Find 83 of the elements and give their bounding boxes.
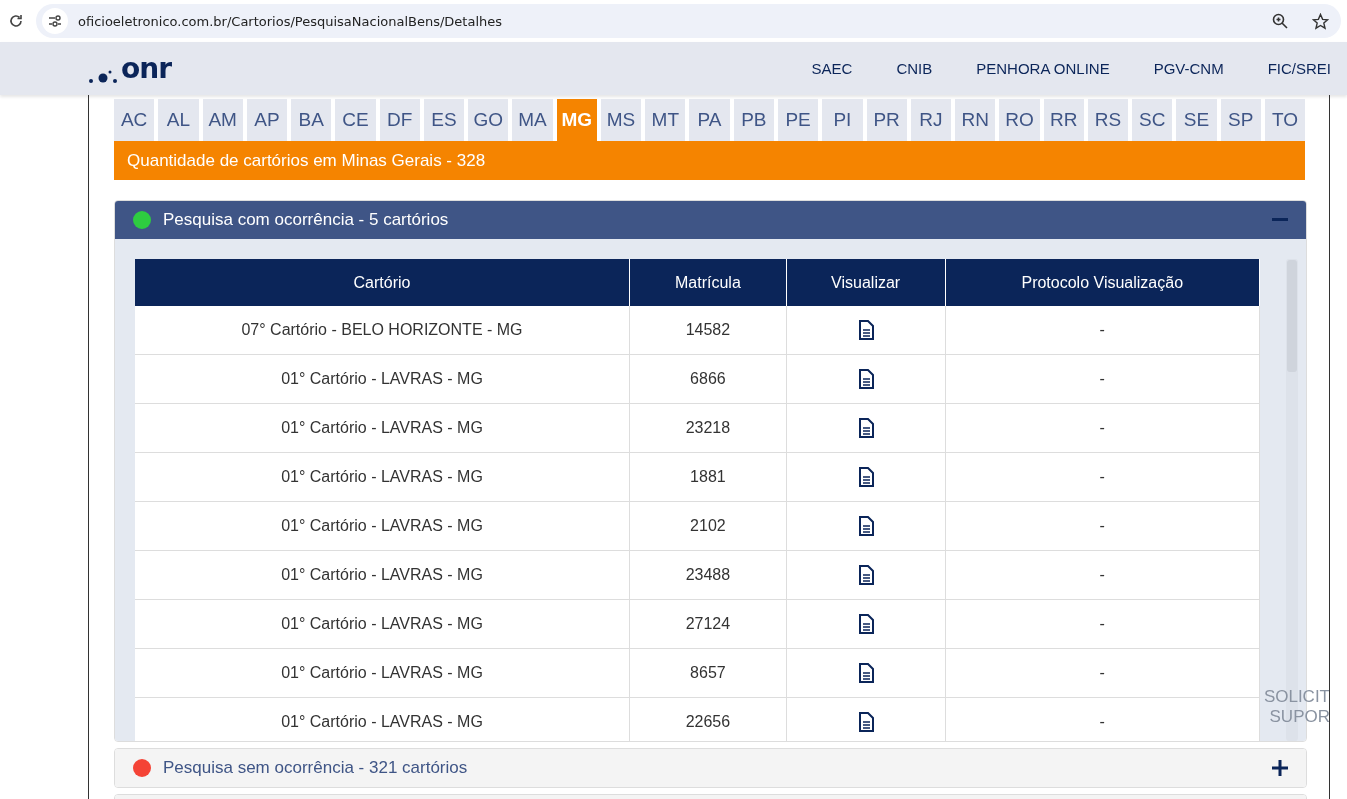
state-tab[interactable]: BA [291, 99, 332, 141]
nav-link[interactable]: CNIB [896, 60, 933, 77]
state-tab[interactable]: AL [158, 99, 199, 141]
table-cell: 07° Cartório - BELO HORIZONTE - MG [135, 306, 630, 355]
document-icon[interactable] [857, 320, 874, 340]
state-tab[interactable]: CE [335, 99, 376, 141]
table-cell: - [945, 599, 1260, 649]
table-cell: 01° Cartório - LAVRAS - MG [135, 648, 630, 698]
nav-link[interactable]: PGV-CNM [1153, 60, 1224, 77]
column-header: Protocolo Visualização [945, 259, 1260, 306]
state-tab[interactable]: MA [512, 99, 553, 141]
table-cell: 6866 [629, 354, 787, 404]
table-cell: - [945, 354, 1260, 404]
state-tab[interactable]: TO [1264, 99, 1306, 141]
state-tab[interactable]: RS [1087, 99, 1129, 141]
state-tab[interactable]: RO [999, 99, 1040, 141]
zoom-icon[interactable] [1272, 13, 1288, 29]
nav-link[interactable]: FIC/SREI [1267, 60, 1331, 77]
table-cell: 01° Cartório - LAVRAS - MG [135, 697, 630, 741]
state-tab[interactable]: RN [955, 99, 996, 141]
table-cell: - [945, 306, 1260, 355]
table-cell: 27124 [629, 599, 787, 649]
column-header: Matrícula [629, 259, 787, 306]
table-cell: 01° Cartório - LAVRAS - MG [135, 403, 630, 453]
table-cell: 01° Cartório - LAVRAS - MG [135, 599, 630, 649]
state-tab[interactable]: PA [689, 99, 730, 141]
state-tab[interactable]: PB [733, 99, 774, 141]
table-cell: - [945, 648, 1260, 698]
state-tab[interactable]: DF [379, 99, 420, 141]
table-cell: - [945, 403, 1260, 453]
table-cell: 8657 [629, 648, 787, 698]
state-tab[interactable]: SE [1176, 99, 1217, 141]
reload-icon[interactable] [8, 13, 24, 29]
table-cell: 01° Cartório - LAVRAS - MG [135, 452, 630, 502]
accordion-title: Pesquisa com ocorrência - 5 cartórios [163, 210, 450, 230]
state-tab[interactable]: ES [423, 99, 465, 141]
state-tab[interactable]: SC [1132, 99, 1173, 141]
table-cell: 14582 [629, 306, 787, 355]
table-cell: 01° Cartório - LAVRAS - MG [135, 354, 630, 404]
star-icon[interactable] [1312, 12, 1329, 30]
table-cell: 22656 [629, 697, 787, 741]
accordion-header[interactable]: Pesquisa com ocorrência - 5 cartórios [115, 201, 1306, 239]
state-tab[interactable]: PE [778, 99, 819, 141]
state-tab[interactable]: RR [1043, 99, 1084, 141]
table-cell: - [945, 550, 1260, 600]
table-cell: - [945, 501, 1260, 551]
site-settings-icon[interactable] [48, 14, 62, 28]
state-tab[interactable]: SP [1220, 99, 1261, 141]
accordion-title: Pesquisa sem ocorrência - 321 cartórios [163, 758, 469, 778]
table-cell: 01° Cartório - LAVRAS - MG [135, 550, 630, 600]
dots-icon [88, 68, 118, 83]
table-cell: - [945, 452, 1260, 502]
column-header: Visualizar [786, 259, 946, 306]
table-cell: 23488 [629, 550, 787, 600]
accordion-header[interactable]: Pesquisa sem ocorrência - 321 cartórios [115, 749, 1306, 787]
document-icon[interactable] [857, 467, 874, 487]
state-tab[interactable]: GO [468, 99, 509, 141]
nav-link[interactable]: SAEC [811, 60, 853, 77]
table-cell: 01° Cartório - LAVRAS - MG [135, 501, 630, 551]
state-tab[interactable]: AC [114, 99, 155, 141]
document-icon[interactable] [857, 712, 874, 732]
table-cell: 23218 [629, 403, 787, 453]
state-tab[interactable]: AM [202, 99, 243, 141]
table-cell: 2102 [629, 501, 787, 551]
table-cell: 1881 [629, 452, 787, 502]
state-tab[interactable]: PI [822, 99, 863, 141]
logo[interactable]: onr [121, 54, 171, 83]
table-cell: - [945, 697, 1260, 741]
document-icon[interactable] [857, 663, 874, 683]
document-icon[interactable] [857, 418, 874, 438]
state-tab[interactable]: PR [866, 99, 907, 141]
expand-icon[interactable] [1272, 760, 1288, 776]
state-tab[interactable]: AP [246, 99, 288, 141]
nav-link[interactable]: PENHORA ONLINE [976, 60, 1110, 77]
state-tab[interactable]: MT [645, 99, 686, 141]
count-banner: Quantidade de cartórios em Minas Gerais - 328 [114, 141, 1305, 180]
column-header: Cartório [135, 259, 630, 306]
document-icon[interactable] [857, 614, 874, 634]
state-tab[interactable]: RJ [910, 99, 952, 141]
document-icon[interactable] [857, 565, 874, 585]
document-icon[interactable] [857, 369, 874, 389]
state-tab[interactable]: MS [600, 99, 642, 141]
document-icon[interactable] [857, 516, 874, 536]
